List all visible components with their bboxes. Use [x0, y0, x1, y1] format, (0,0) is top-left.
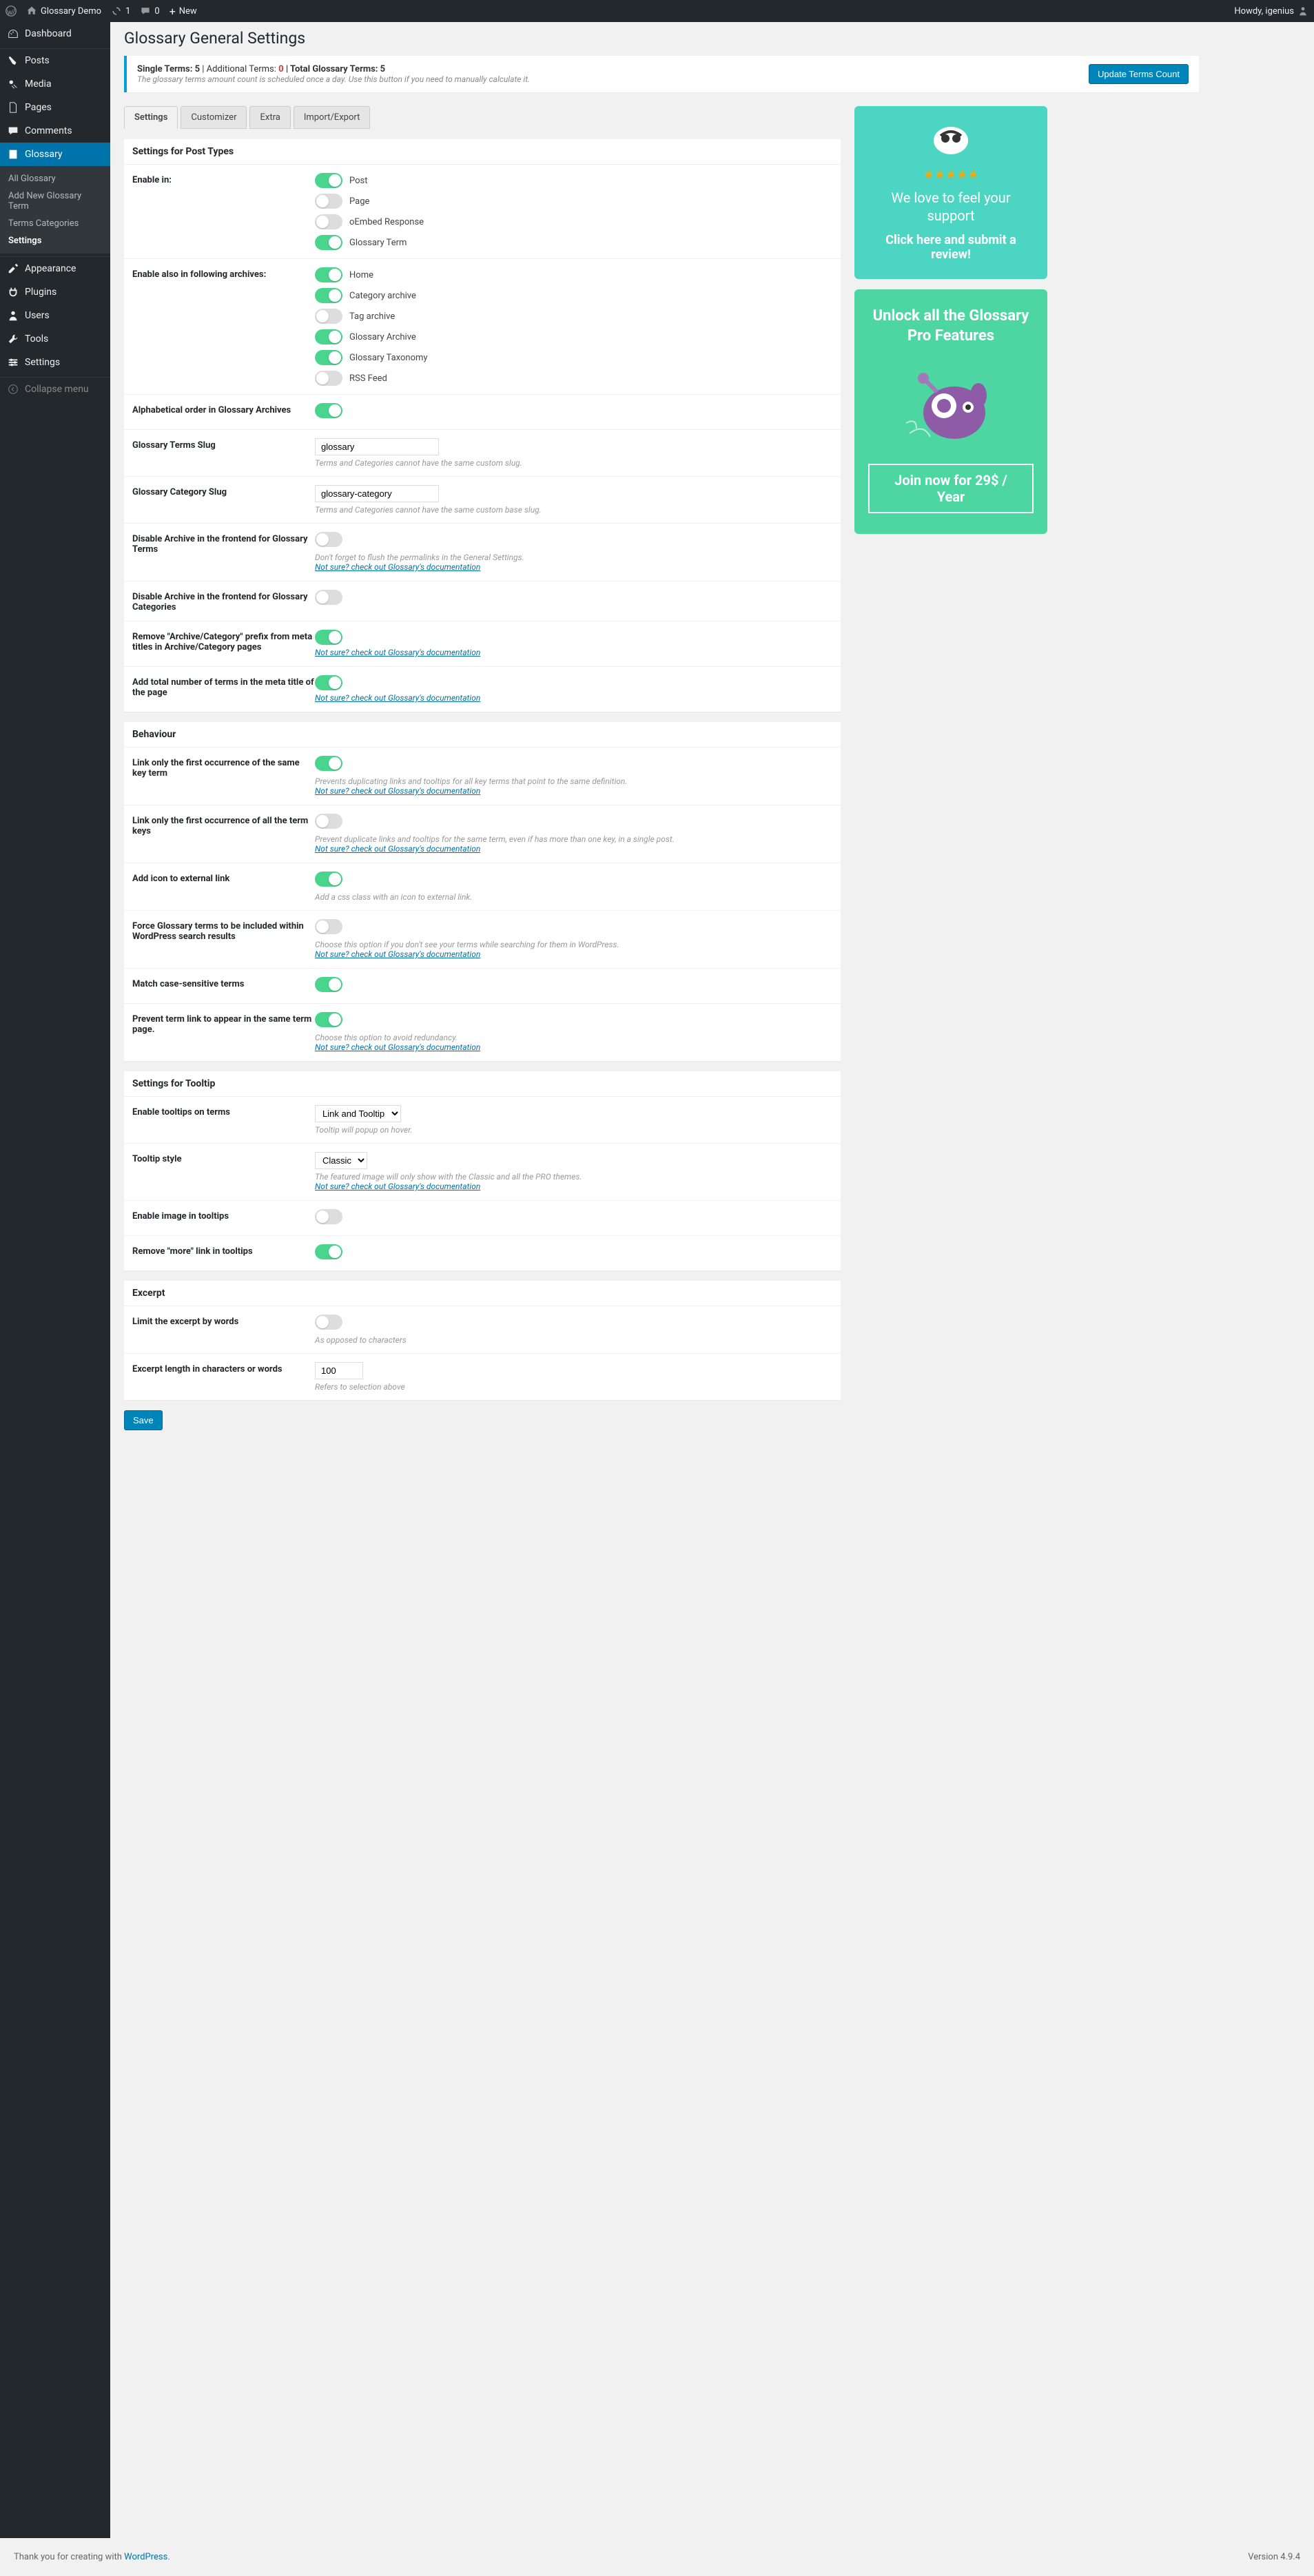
- toggle-disable-archive-terms[interactable]: [315, 532, 342, 547]
- doc-link[interactable]: Not sure? check out Glossary's documenta…: [315, 949, 480, 959]
- label-remove-prefix: Remove "Archive/Category" prefix from me…: [132, 630, 315, 658]
- toggle-case-sensitive[interactable]: [315, 977, 342, 992]
- menu-settings[interactable]: Settings: [0, 351, 110, 374]
- sub-settings[interactable]: Settings: [0, 232, 110, 249]
- site-link[interactable]: Glossary Demo: [26, 6, 101, 17]
- menu-plugins[interactable]: Plugins: [0, 280, 110, 304]
- wp-logo[interactable]: [6, 6, 17, 17]
- toggle-category[interactable]: [315, 288, 342, 303]
- toggle-first-same-key[interactable]: [315, 756, 342, 771]
- doc-link[interactable]: Not sure? check out Glossary's documenta…: [315, 648, 480, 657]
- collapse-menu[interactable]: Collapse menu: [0, 378, 110, 401]
- menu-dashboard[interactable]: Dashboard: [0, 22, 110, 45]
- section-post-types: Settings for Post Types: [124, 139, 841, 165]
- toggle-page[interactable]: [315, 194, 342, 209]
- tab-import-export[interactable]: Import/Export: [294, 106, 371, 129]
- toggle-excerpt-words[interactable]: [315, 1315, 342, 1330]
- promo-pro[interactable]: Unlock all the Glossary Pro Features Joi…: [854, 289, 1047, 534]
- promo-review[interactable]: ★★★★★ We love to feel your support Click…: [854, 106, 1047, 279]
- sub-all-glossary[interactable]: All Glossary: [0, 170, 110, 187]
- footer-credit: Thank you for creating with WordPress.: [14, 2552, 170, 2562]
- toggle-oembed[interactable]: [315, 214, 342, 229]
- doc-link[interactable]: Not sure? check out Glossary's documenta…: [315, 1042, 480, 1052]
- toggle-home[interactable]: [315, 267, 342, 282]
- menu-users[interactable]: Users: [0, 304, 110, 327]
- label-alpha-order: Alphabetical order in Glossary Archives: [132, 403, 315, 421]
- toggle-prevent-same-page[interactable]: [315, 1012, 342, 1027]
- page-title: Glossary General Settings: [124, 29, 1199, 48]
- menu-appearance[interactable]: Appearance: [0, 257, 110, 280]
- sub-add-term[interactable]: Add New Glossary Term: [0, 187, 110, 215]
- wordpress-link[interactable]: WordPress: [124, 2552, 167, 2562]
- toggle-force-search[interactable]: [315, 919, 342, 934]
- toggle-remove-prefix[interactable]: [315, 630, 342, 645]
- label-disable-archive-cats: Disable Archive in the frontend for Glos…: [132, 590, 315, 612]
- toggle-remove-more[interactable]: [315, 1244, 342, 1259]
- save-button[interactable]: Save: [124, 1410, 163, 1430]
- toggle-external-icon[interactable]: [315, 872, 342, 887]
- toggle-glossary-tax[interactable]: [315, 350, 342, 365]
- doc-link[interactable]: Not sure? check out Glossary's documenta…: [315, 1182, 480, 1191]
- menu-media[interactable]: Media: [0, 72, 110, 96]
- label-category-slug: Glossary Category Slug: [132, 485, 315, 515]
- toggle-tag[interactable]: [315, 309, 342, 324]
- menu-pages[interactable]: Pages: [0, 96, 110, 119]
- label-enable-in: Enable in:: [132, 173, 315, 250]
- stars-icon: ★★★★★: [868, 167, 1034, 182]
- section-tooltip: Settings for Tooltip: [124, 1071, 841, 1097]
- footer-version: Version 4.9.4: [1248, 2552, 1300, 2562]
- toggle-tooltip-image[interactable]: [315, 1209, 342, 1224]
- label-total-meta: Add total number of terms in the meta ti…: [132, 675, 315, 703]
- menu-glossary[interactable]: Glossary: [0, 143, 110, 166]
- comments-link[interactable]: 0: [140, 6, 159, 17]
- menu-posts[interactable]: Posts: [0, 49, 110, 72]
- new-link[interactable]: +New: [170, 5, 197, 18]
- toggle-alpha-order[interactable]: [315, 403, 342, 418]
- updates-link[interactable]: 1: [111, 6, 130, 17]
- section-excerpt: Excerpt: [124, 1281, 841, 1306]
- input-terms-slug[interactable]: [315, 438, 439, 455]
- doc-link[interactable]: Not sure? check out Glossary's documenta…: [315, 693, 480, 703]
- toggle-post[interactable]: [315, 173, 342, 188]
- label-enable-archives: Enable also in following archives:: [132, 267, 315, 386]
- toggle-first-all-keys[interactable]: [315, 814, 342, 829]
- howdy-link[interactable]: Howdy, igenius: [1234, 6, 1308, 17]
- doc-link[interactable]: Not sure? check out Glossary's documenta…: [315, 562, 480, 572]
- input-category-slug[interactable]: [315, 485, 439, 502]
- update-terms-count-button[interactable]: Update Terms Count: [1089, 64, 1189, 84]
- toggle-rss[interactable]: [315, 371, 342, 386]
- toggle-disable-archive-cats[interactable]: [315, 590, 342, 605]
- input-excerpt-length[interactable]: [315, 1362, 363, 1379]
- toggle-total-meta[interactable]: [315, 675, 342, 690]
- toggle-glossary-term[interactable]: [315, 235, 342, 250]
- menu-comments[interactable]: Comments: [0, 119, 110, 143]
- tab-settings[interactable]: Settings: [124, 106, 178, 129]
- select-tooltip-style[interactable]: Classic: [315, 1152, 367, 1169]
- sub-categories[interactable]: Terms Categories: [0, 215, 110, 232]
- tab-customizer[interactable]: Customizer: [181, 106, 247, 129]
- doc-link[interactable]: Not sure? check out Glossary's documenta…: [315, 844, 480, 854]
- label-terms-slug: Glossary Terms Slug: [132, 438, 315, 468]
- doc-link[interactable]: Not sure? check out Glossary's documenta…: [315, 786, 480, 796]
- tab-extra[interactable]: Extra: [249, 106, 290, 129]
- label-disable-archive-terms: Disable Archive in the frontend for Glos…: [132, 532, 315, 573]
- select-tooltip-mode[interactable]: Link and Tooltip: [315, 1105, 401, 1122]
- menu-tools[interactable]: Tools: [0, 327, 110, 351]
- terms-count-notice: Single Terms: 5 | Additional Terms: 0 | …: [124, 56, 1199, 92]
- section-behaviour: Behaviour: [124, 722, 841, 748]
- toggle-glossary-archive[interactable]: [315, 329, 342, 344]
